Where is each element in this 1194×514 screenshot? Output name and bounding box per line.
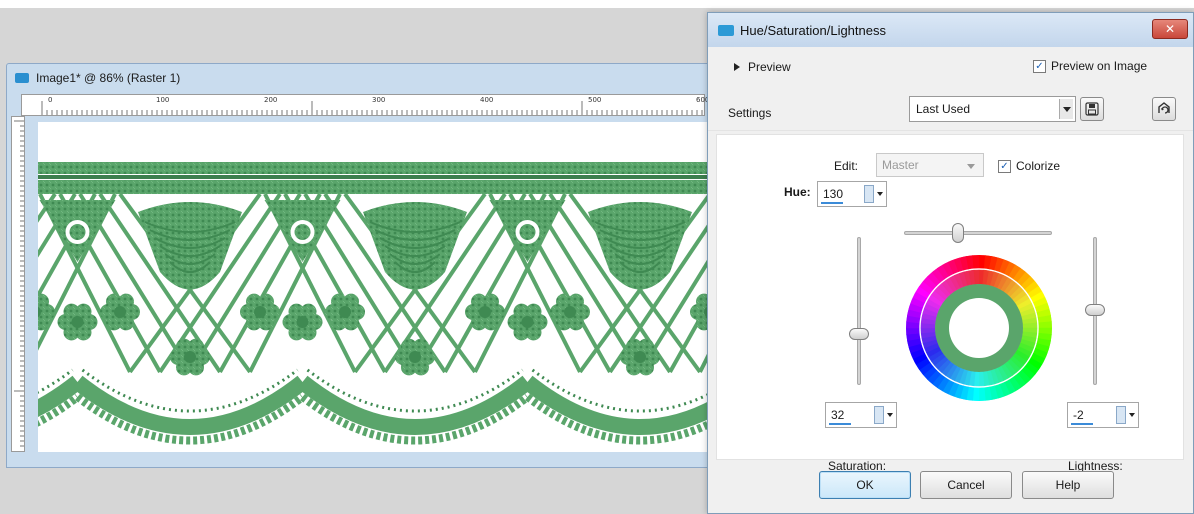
hue-spinbox[interactable]: 130: [817, 181, 887, 207]
ruler-label: 100: [156, 96, 170, 104]
reset-icon: [1158, 102, 1170, 114]
ruler-label: 300: [372, 96, 386, 104]
ok-button[interactable]: OK: [819, 471, 911, 499]
lightness-spinbox[interactable]: -2: [1067, 402, 1139, 428]
saturation-spinbox[interactable]: 32: [825, 402, 897, 428]
close-button[interactable]: ✕: [1152, 19, 1188, 39]
image-document-window[interactable]: Image1* @ 86% (Raster 1) 0 100 200 300 4…: [6, 63, 713, 468]
colorize-checkbox[interactable]: ✓: [998, 159, 1011, 173]
saturation-spin-arrows[interactable]: [874, 406, 884, 424]
lightness-spin-arrows[interactable]: [1116, 406, 1126, 424]
edit-label: Edit:: [834, 159, 859, 173]
saturation-slider-track[interactable]: [857, 237, 861, 385]
colorize-label: Colorize: [1016, 159, 1061, 173]
colorize-toggle[interactable]: ✓ Colorize: [998, 159, 1060, 173]
preview-on-image-label: Preview on Image: [1051, 59, 1148, 73]
horizontal-ruler: 0 100 200 300 400 500 600: [21, 94, 709, 116]
dialog-titlebar[interactable]: Hue/Saturation/Lightness ✕: [708, 13, 1193, 47]
chevron-down-icon[interactable]: [1059, 99, 1073, 119]
hue-value-underline: [821, 202, 843, 204]
settings-value: Last Used: [916, 102, 971, 116]
ruler-label: 0: [48, 96, 53, 104]
divider: [708, 130, 1193, 131]
image-window-title: Image1* @ 86% (Raster 1): [36, 71, 181, 85]
ruler-label: 200: [264, 96, 278, 104]
saturation-value: 32: [831, 408, 845, 422]
horizontal-ruler-ticks: [41, 101, 703, 115]
ruler-label: 500: [588, 96, 602, 104]
vertical-ruler-ticks: [14, 120, 24, 447]
image-window-bottom-border: [7, 454, 711, 467]
chevron-down-icon[interactable]: [886, 406, 894, 424]
hue-slider-track[interactable]: [904, 231, 1052, 235]
hue-spin-arrows[interactable]: [864, 185, 874, 203]
dialog-title: Hue/Saturation/Lightness: [740, 22, 886, 38]
hue-label: Hue:: [784, 185, 811, 199]
preview-on-image-checkbox[interactable]: ✓: [1033, 59, 1046, 73]
hue-value: 130: [823, 187, 844, 201]
hue-slider-thumb[interactable]: [952, 223, 964, 243]
lightness-value: -2: [1073, 408, 1084, 422]
preview-label: Preview: [748, 60, 791, 74]
color-wheel[interactable]: [906, 255, 1052, 401]
saturation-slider-thumb[interactable]: [849, 328, 869, 340]
chevron-down-icon: [967, 164, 975, 169]
settings-label: Settings: [728, 106, 772, 120]
lightness-slider-thumb[interactable]: [1085, 304, 1105, 316]
edit-channel-dropdown: Master: [876, 153, 984, 177]
expand-arrow-icon: [734, 63, 740, 71]
camera-icon: [718, 24, 734, 36]
ruler-label: 400: [480, 96, 494, 104]
preview-expander[interactable]: Preview: [734, 60, 791, 74]
image-document-icon: [15, 73, 29, 83]
hue-saturation-lightness-dialog[interactable]: Hue/Saturation/Lightness ✕ Preview ✓ Pre…: [707, 12, 1194, 514]
floppy-disk-icon: [1085, 102, 1099, 116]
reset-defaults-button[interactable]: [1152, 97, 1176, 121]
chevron-down-icon[interactable]: [1128, 406, 1136, 424]
settings-dropdown[interactable]: Last Used: [909, 96, 1076, 122]
edit-channel-value: Master: [882, 158, 919, 172]
lightness-value-underline: [1071, 423, 1093, 425]
cancel-button[interactable]: Cancel: [920, 471, 1012, 499]
chevron-down-icon[interactable]: [876, 185, 884, 203]
image-canvas[interactable]: [38, 122, 713, 452]
vertical-ruler: [11, 116, 25, 452]
image-window-titlebar[interactable]: Image1* @ 86% (Raster 1): [7, 64, 711, 92]
save-preset-button[interactable]: [1080, 97, 1104, 121]
saturation-value-underline: [829, 423, 851, 425]
preview-on-image-toggle[interactable]: ✓ Preview on Image: [1033, 59, 1147, 73]
crochet-lace-image: [38, 162, 713, 445]
help-button[interactable]: Help: [1022, 471, 1114, 499]
